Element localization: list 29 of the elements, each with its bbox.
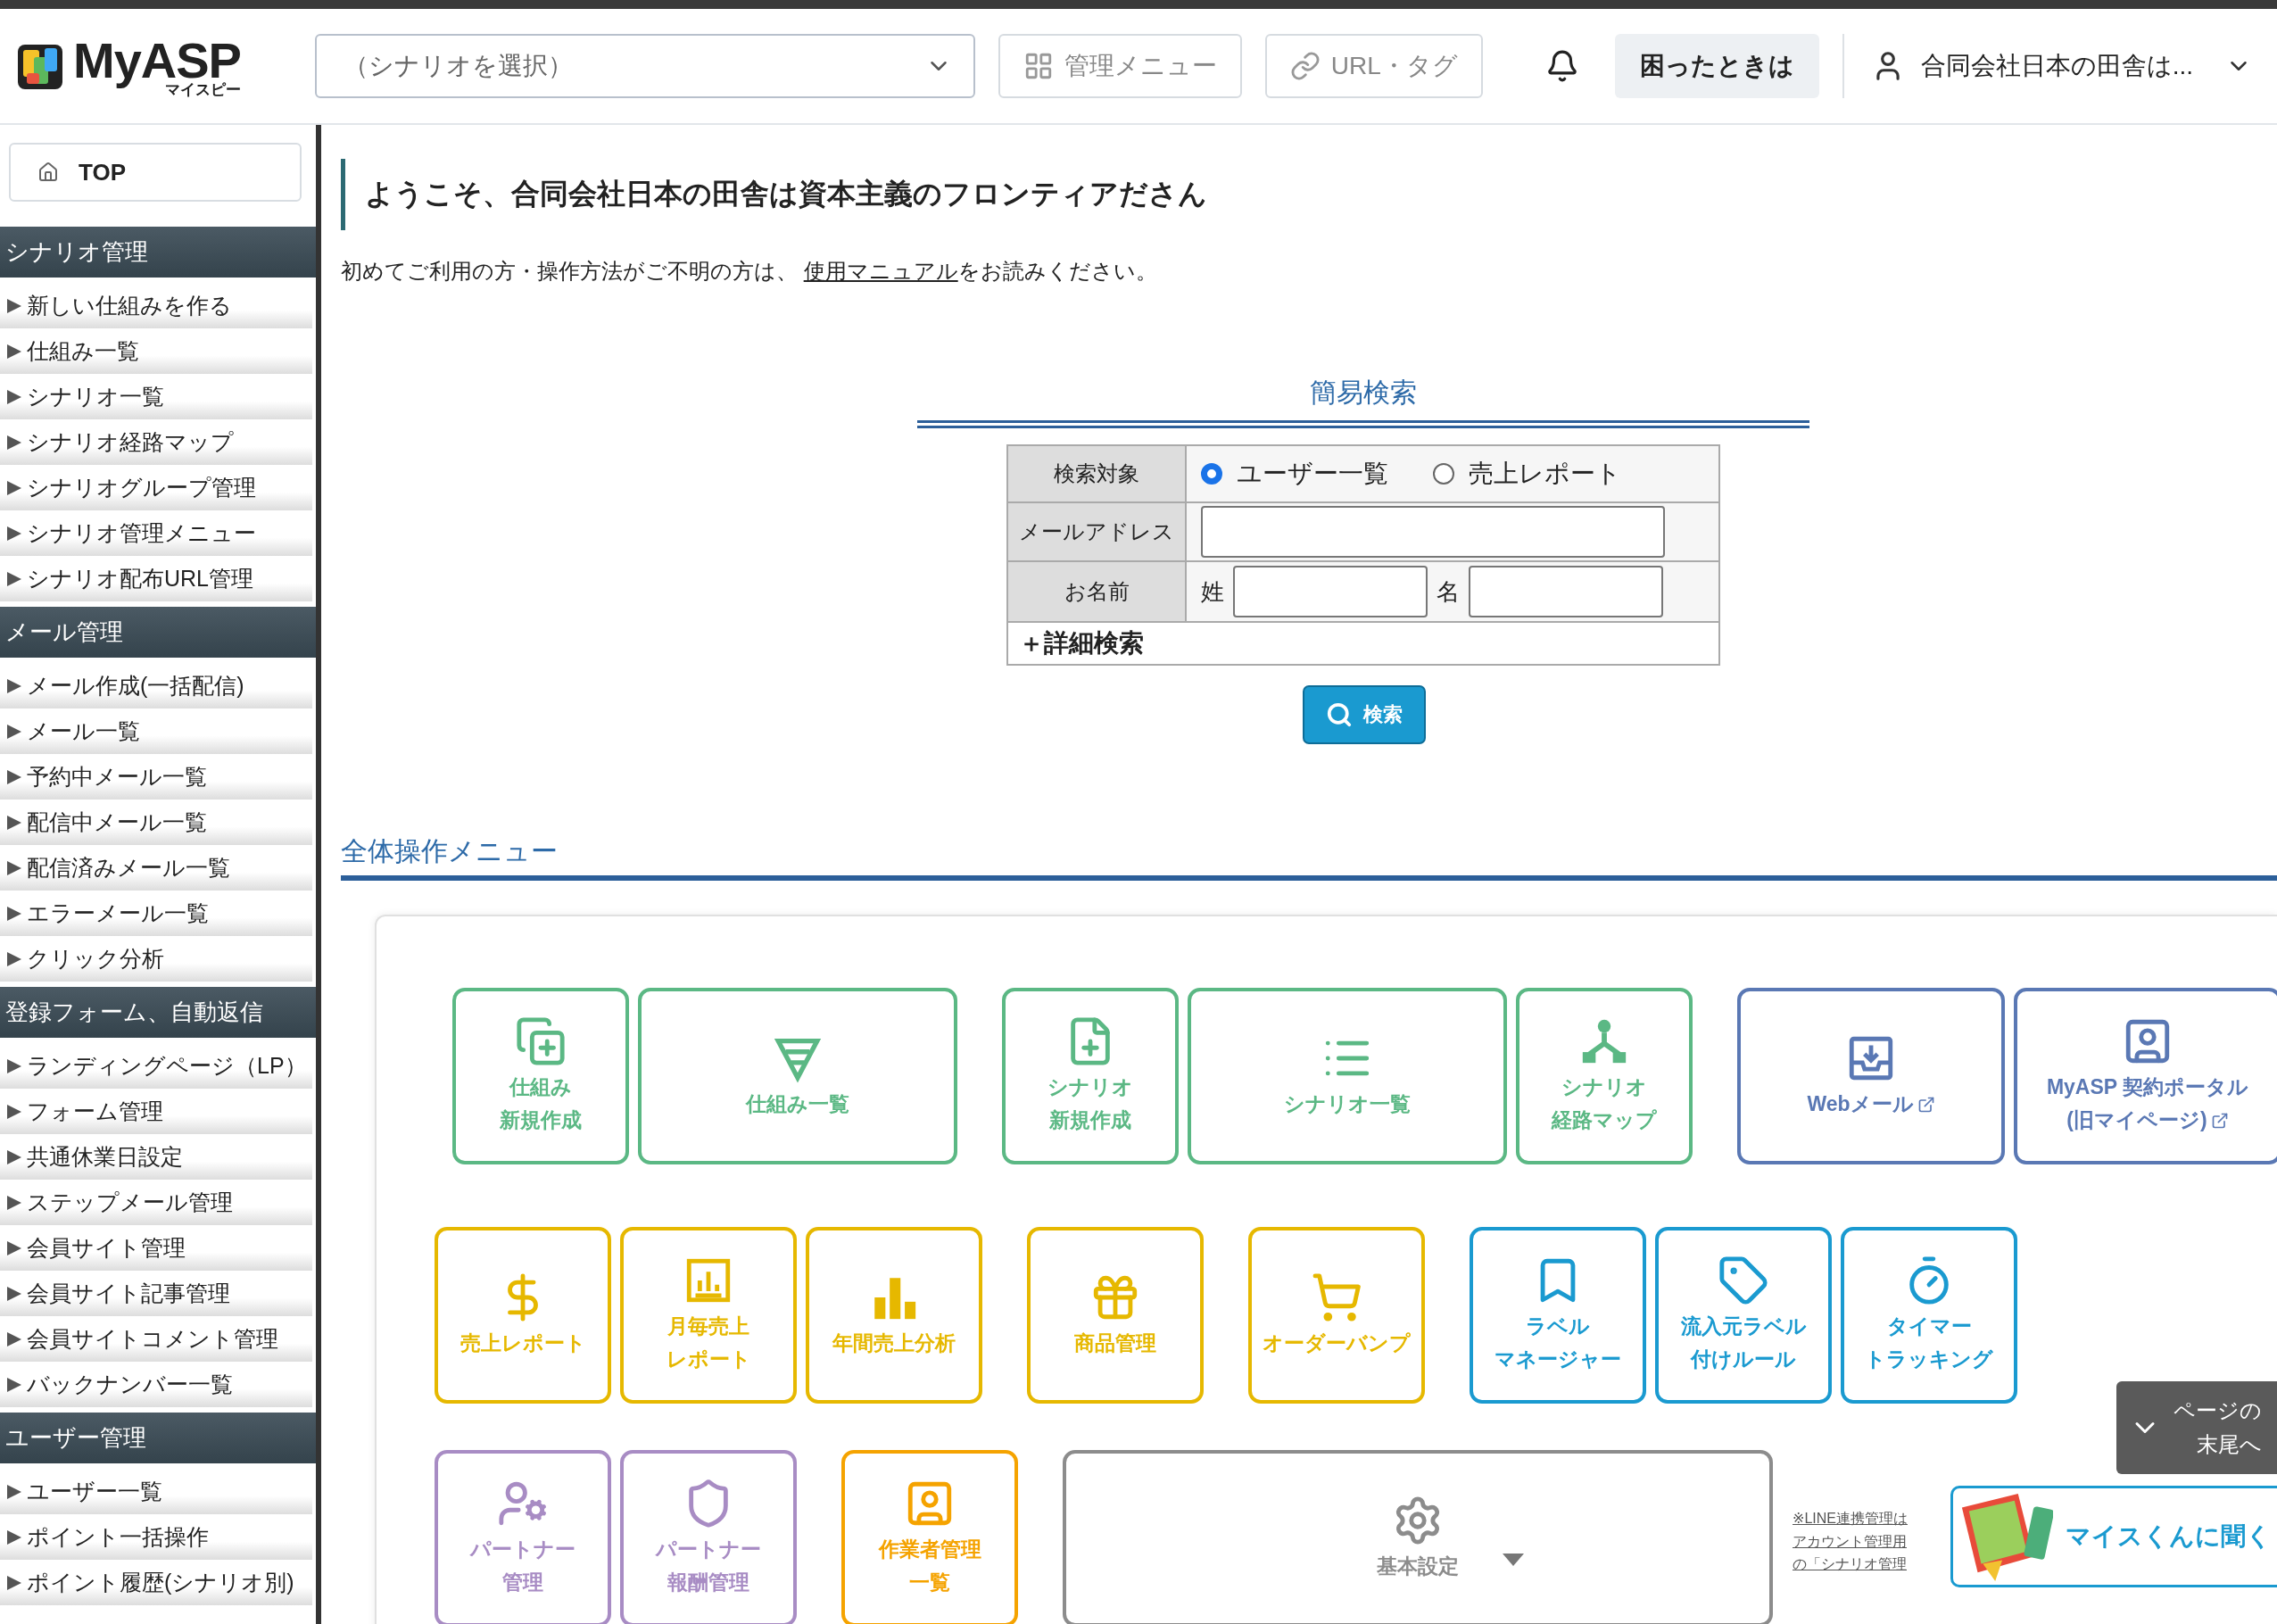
note-line[interactable]: アカウント管理用 — [1793, 1529, 1908, 1554]
scenario-select[interactable]: （シナリオを選択） — [314, 34, 975, 98]
menu-tile[interactable]: Webメール — [1737, 988, 2005, 1164]
form-label: 検索対象 — [1008, 446, 1187, 501]
sidebar-section-title: シナリオ管理 — [0, 227, 316, 278]
name-part-label: 名 — [1437, 576, 1460, 607]
url-tag-button[interactable]: URL・タグ — [1264, 34, 1483, 98]
sidebar-section-title: メール管理 — [0, 607, 316, 658]
account-menu[interactable]: 合同会社日本の田舎は... — [1861, 49, 2261, 83]
admin-menu-button[interactable]: 管理メニュー — [998, 34, 1242, 98]
top-button[interactable]: TOP — [9, 143, 302, 202]
menu-title: 全体操作メニュー — [341, 835, 559, 867]
name-part-label: 姓 — [1201, 576, 1224, 607]
welcome-title: ようこそ、合同会社日本の田舎は資本主義のフロンティアださん — [341, 159, 2277, 230]
form-label: メールアドレス — [1008, 503, 1187, 560]
sidebar-section-title: 登録フォーム、自動返信 — [0, 987, 316, 1038]
intro-text: 初めてご利用の方・操作方法がご不明の方は、 使用マニュアルをお読みください。 — [341, 258, 1158, 285]
radio-option[interactable]: 売上レポート — [1433, 457, 1621, 491]
manual-link[interactable]: 使用マニュアル — [803, 259, 958, 283]
note-line[interactable]: の「シナリオ管理 — [1793, 1553, 1908, 1576]
menu-tile[interactable]: MyASP 契約ポータル (旧マイページ) — [2014, 988, 2277, 1164]
search-title: 簡易検索 — [1310, 377, 1417, 409]
note-line[interactable]: ※LINE連携管理は — [1793, 1507, 1908, 1530]
help-button[interactable]: 困ったときは — [1614, 34, 1819, 98]
scroll-to-bottom-button[interactable]: ページの 末尾へ — [2116, 1381, 2277, 1474]
form-label: お名前 — [1008, 562, 1187, 621]
advanced-search-toggle[interactable]: ＋詳細検索 — [1008, 623, 1718, 664]
sidebar-section-title: ユーザー管理 — [0, 1413, 316, 1463]
radio-option[interactable]: ユーザー一覧 — [1201, 457, 1388, 491]
